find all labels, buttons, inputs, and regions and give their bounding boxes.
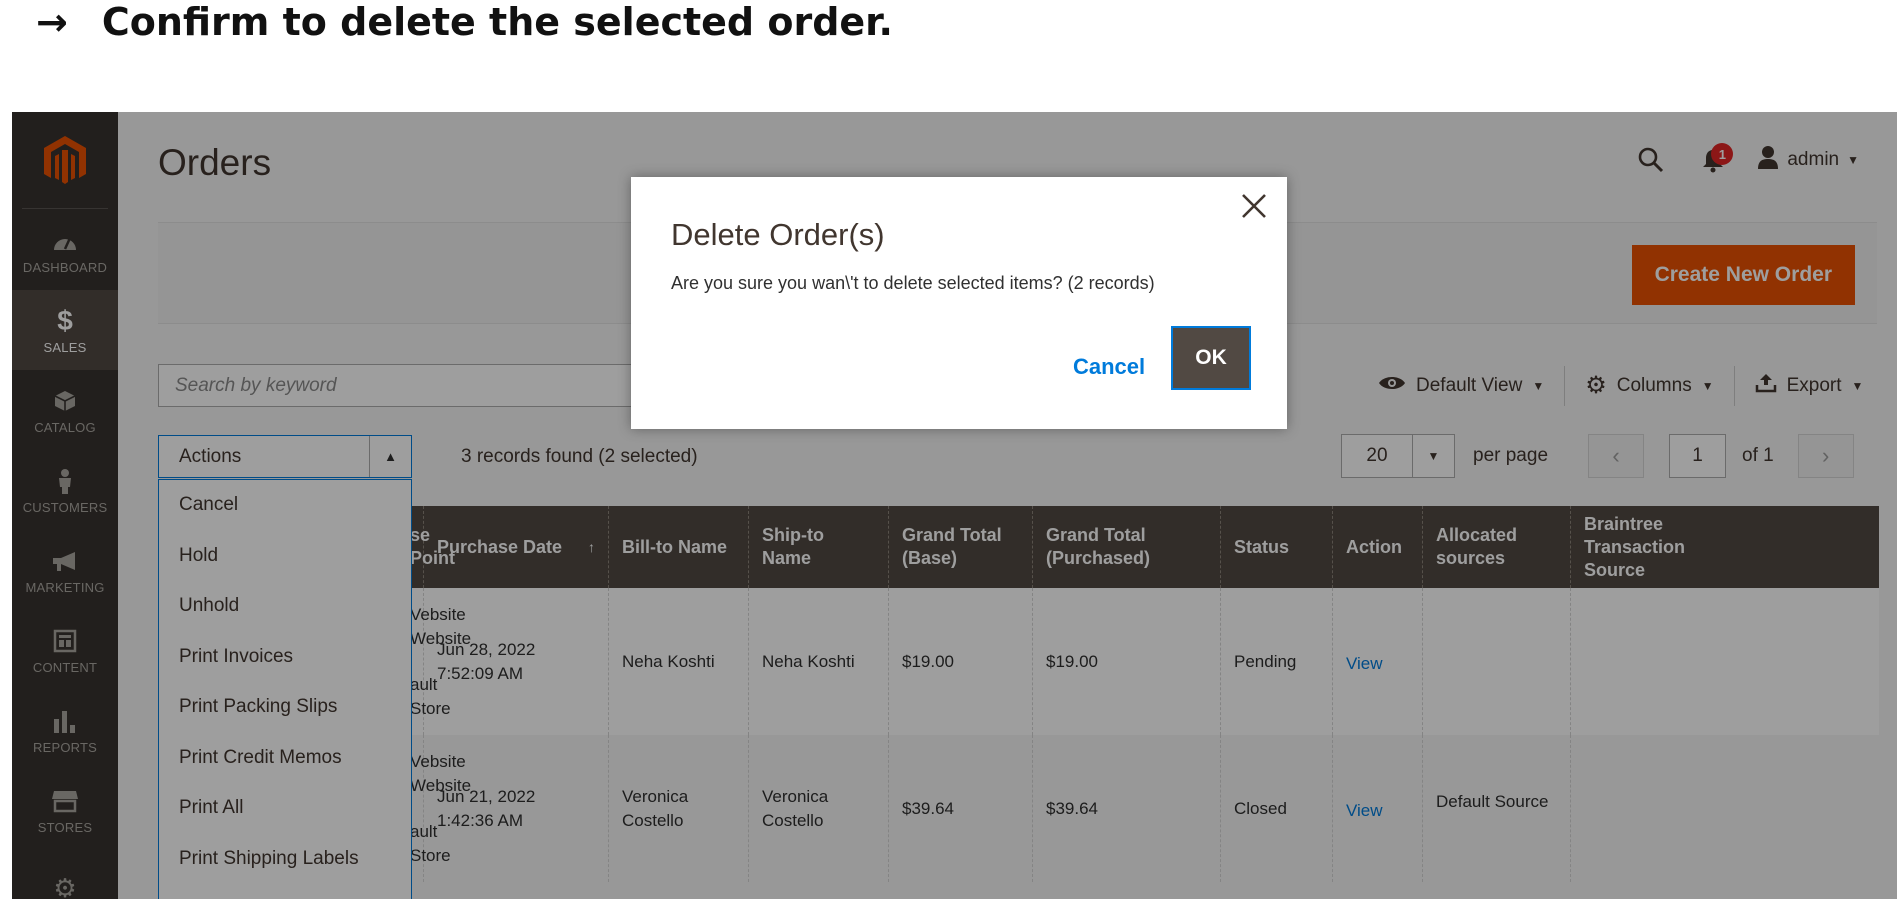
delete-orders-dialog: Delete Order(s) Are you sure you wan\'t … bbox=[631, 177, 1287, 429]
dialog-message: Are you sure you wan\'t to delete select… bbox=[671, 273, 1155, 293]
close-icon[interactable] bbox=[1233, 185, 1275, 227]
arrow-right-icon: → bbox=[36, 0, 68, 44]
ok-button[interactable]: OK bbox=[1171, 326, 1251, 390]
admin-app-window: DASHBOARD $ SALES CATALOG CUSTOMERS MARK… bbox=[12, 112, 1897, 899]
dialog-title: Delete Order(s) bbox=[671, 217, 885, 252]
instruction-text: Confirm to delete the selected order. bbox=[101, 0, 893, 44]
cancel-button[interactable]: Cancel bbox=[1073, 347, 1145, 387]
instruction-caption: → Confirm to delete the selected order. bbox=[36, 0, 893, 44]
